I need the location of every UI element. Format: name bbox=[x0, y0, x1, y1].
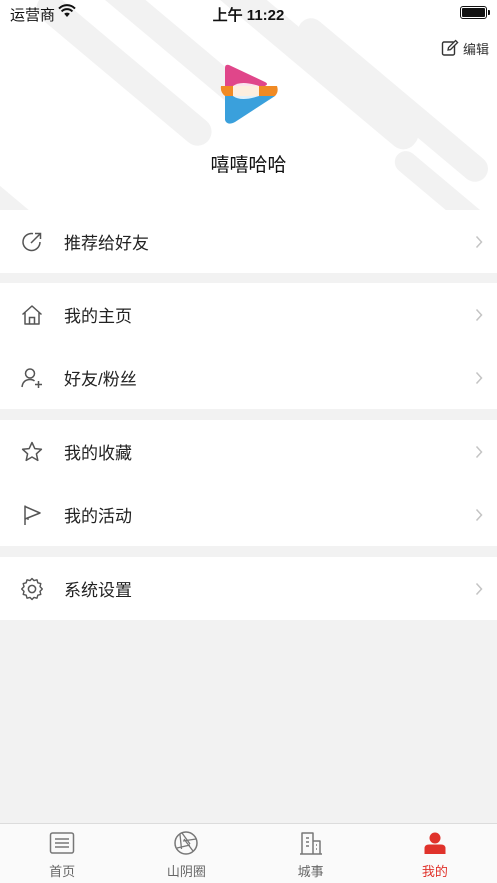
edit-icon bbox=[441, 39, 459, 56]
edit-button[interactable]: 编辑 bbox=[441, 38, 489, 58]
tab-home[interactable]: 首页 bbox=[0, 824, 124, 883]
menu-item-label: 系统设置 bbox=[64, 581, 132, 600]
tab-shanyin-circle[interactable]: 山阴圈 bbox=[124, 824, 248, 883]
menu-item-label: 我的收藏 bbox=[64, 444, 132, 463]
tab-label: 山阴圈 bbox=[166, 864, 206, 879]
status-bar: 运营商 上午 11:22 bbox=[0, 0, 497, 26]
gear-icon bbox=[21, 577, 43, 600]
menu-item-recommend[interactable]: 推荐给好友 bbox=[0, 210, 497, 273]
menu-section-social: 我的主页 好友/粉丝 bbox=[0, 283, 497, 409]
chevron-right-icon bbox=[475, 371, 483, 384]
building-icon bbox=[299, 832, 322, 855]
menu-item-friends[interactable]: 好友/粉丝 bbox=[0, 346, 497, 409]
add-user-icon bbox=[21, 367, 42, 388]
edit-label: 编辑 bbox=[462, 41, 489, 57]
menu-item-settings[interactable]: 系统设置 bbox=[0, 557, 497, 620]
tab-label: 城事 bbox=[297, 864, 324, 879]
user-icon bbox=[424, 832, 446, 854]
tab-mine[interactable]: 我的 bbox=[373, 824, 497, 883]
profile-header: 运营商 上午 11:22 编辑 嘻嘻哈哈 bbox=[0, 0, 497, 210]
chevron-right-icon bbox=[475, 308, 483, 321]
profile-screen: 运营商 上午 11:22 编辑 嘻嘻哈哈 推荐给好友 我的主页 好友/粉丝 我的… bbox=[0, 0, 497, 883]
username: 嘻嘻哈哈 bbox=[210, 155, 287, 176]
share-icon bbox=[22, 232, 42, 251]
home-icon bbox=[21, 304, 43, 325]
tab-label: 首页 bbox=[49, 864, 76, 879]
avatar[interactable] bbox=[219, 64, 279, 126]
star-icon bbox=[21, 441, 43, 461]
menu-section-share: 推荐给好友 bbox=[0, 210, 497, 273]
menu-item-label: 好友/粉丝 bbox=[64, 370, 137, 389]
menu-section-collections: 我的收藏 我的活动 bbox=[0, 420, 497, 546]
menu-item-label: 推荐给好友 bbox=[64, 234, 149, 253]
chevron-right-icon bbox=[475, 508, 483, 521]
flag-icon bbox=[24, 505, 41, 525]
chevron-right-icon bbox=[475, 235, 483, 248]
menu-item-label: 我的活动 bbox=[64, 507, 132, 526]
chevron-right-icon bbox=[475, 582, 483, 595]
news-icon bbox=[49, 832, 75, 854]
tab-label: 我的 bbox=[421, 864, 448, 879]
chevron-right-icon bbox=[475, 445, 483, 458]
menu-item-label: 我的主页 bbox=[64, 307, 132, 326]
aperture-icon bbox=[174, 831, 199, 855]
menu-item-favorites[interactable]: 我的收藏 bbox=[0, 420, 497, 483]
menu-item-activities[interactable]: 我的活动 bbox=[0, 483, 497, 546]
battery-icon bbox=[460, 6, 490, 19]
status-time: 上午 11:22 bbox=[212, 7, 285, 24]
tab-bar: 首页 山阴圈 城事 我的 bbox=[0, 823, 497, 883]
menu-section-system: 系统设置 bbox=[0, 557, 497, 620]
menu-item-homepage[interactable]: 我的主页 bbox=[0, 283, 497, 346]
tab-city-events[interactable]: 城事 bbox=[249, 824, 373, 883]
